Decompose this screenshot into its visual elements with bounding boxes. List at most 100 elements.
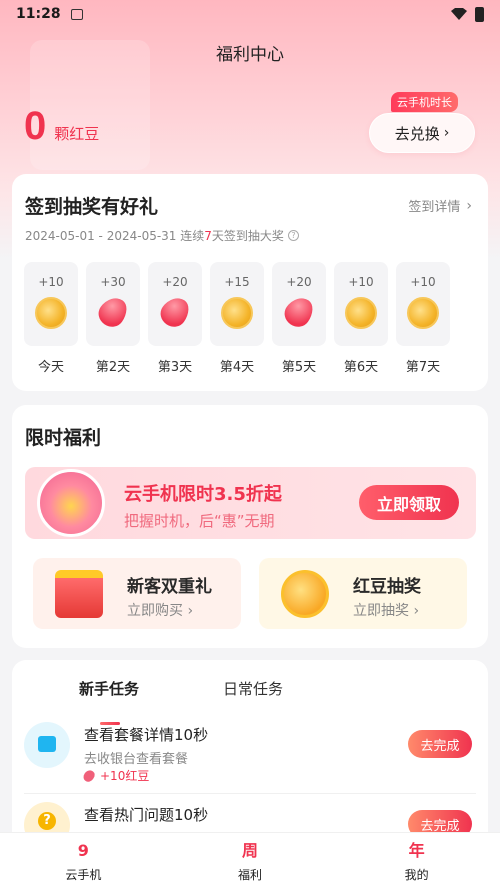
status-indicators — [451, 6, 484, 22]
chevron-right-icon: › — [187, 603, 194, 619]
red-bean-icon — [81, 767, 97, 784]
status-time: 11:28 — [16, 6, 61, 22]
checkin-day-box: +15 — [210, 262, 264, 346]
checkin-day[interactable]: +15 第4天 — [210, 262, 264, 375]
checkin-day-points: +20 — [286, 275, 312, 289]
checkin-streak-suffix: 天签到抽大奖 — [211, 229, 284, 243]
checkin-day-label: 今天 — [37, 360, 64, 375]
red-bean-icon — [93, 292, 133, 332]
nav-label: 我的 — [404, 868, 429, 882]
coin-icon — [407, 297, 439, 329]
status-bar: 11:28 — [0, 0, 500, 28]
checkin-card: 签到抽奖有好礼 签到详情 › 2024-05-01 - 2024-05-31 连… — [12, 174, 488, 391]
profile-icon: 年 — [408, 841, 425, 860]
tab-daily-tasks[interactable]: 日常任务 — [223, 678, 283, 699]
checkin-day-label: 第7天 — [405, 360, 441, 375]
checkin-date-range: 2024-05-01 - 2024-05-31 — [25, 228, 177, 243]
red-bean-icon — [279, 292, 319, 332]
nav-label: 福利 — [238, 868, 263, 882]
promo-title: 新客双重礼 — [127, 577, 212, 597]
complete-task-button[interactable]: 去完成 — [408, 730, 472, 758]
checkin-day-label: 第6天 — [343, 360, 379, 375]
checkin-day-label: 第4天 — [219, 360, 255, 375]
red-bean-lottery-promo[interactable]: 红豆抽奖 立即抽奖 › — [259, 558, 467, 629]
points-balance: 0 颗红豆 — [24, 104, 99, 149]
task-item: 查看套餐详情10秒 去收银台查看套餐 +10红豆 去完成 — [24, 720, 476, 794]
checkin-day[interactable]: +10 今天 — [24, 262, 78, 375]
banner-tagline: 把握时机，后“惠”无期 — [124, 512, 275, 530]
checkin-subtitle: 2024-05-01 - 2024-05-31 连续 7 天签到抽大奖 ? — [25, 227, 299, 244]
coin-icon — [35, 297, 67, 329]
limited-benefits-card: 限时福利 云手机限时3.5折起 把握时机，后“惠”无期 立即领取 新客双重礼 立… — [12, 405, 488, 648]
checkin-day-points: +10 — [410, 275, 436, 289]
checkin-day[interactable]: +20 第5天 — [272, 262, 326, 375]
image-notification-icon — [70, 8, 83, 20]
checkin-days: +10 今天 +30 第2天 +20 第3天 +15 第4天 +20 第5天 +… — [24, 262, 450, 375]
chevron-right-icon: › — [466, 197, 472, 214]
task-description: 去收银台查看套餐 — [84, 752, 189, 767]
nav-item-mine[interactable]: 年 我的 — [333, 833, 500, 888]
chevron-right-icon: › — [443, 125, 450, 141]
checkin-detail-link[interactable]: 签到详情 › — [408, 196, 472, 216]
points-unit: 颗红豆 — [54, 125, 100, 143]
checkin-title: 签到抽奖有好礼 — [25, 196, 159, 218]
task-title: 查看套餐详情10秒 — [84, 726, 209, 744]
banner-headline: 云手机限时3.5折起 — [124, 484, 282, 505]
task-reward: +10红豆 — [81, 767, 150, 784]
checkin-day-points: +30 — [100, 275, 126, 289]
task-tabs: 新手任务 日常任务 — [12, 678, 488, 725]
exchange-button[interactable]: 去兑换 › — [369, 113, 475, 153]
checkin-day-box: +20 — [272, 262, 326, 346]
checkin-detail-label: 签到详情 — [408, 200, 461, 215]
checkin-day[interactable]: +10 第6天 — [334, 262, 388, 375]
page-title: 福利中心 — [216, 45, 284, 65]
coin-icon — [221, 297, 253, 329]
task-reward-text: +10红豆 — [100, 769, 150, 783]
help-icon[interactable]: ? — [287, 230, 299, 241]
checkin-day-label: 第2天 — [95, 360, 131, 375]
claim-now-button[interactable]: 立即领取 — [359, 485, 459, 520]
checkin-day-points: +10 — [38, 275, 64, 289]
task-title: 查看热门问题10秒 — [84, 806, 209, 824]
coin-icon — [345, 297, 377, 329]
promo-subtitle: 立即抽奖 › — [353, 603, 420, 619]
checkin-day-points: +15 — [224, 275, 250, 289]
cloud-phone-icon: 9 — [77, 841, 89, 860]
wifi-icon — [451, 8, 467, 20]
checkin-day[interactable]: +10 第7天 — [396, 262, 450, 375]
exchange-button-label: 去兑换 — [394, 124, 440, 143]
cloud-phone-promo-icon — [37, 469, 105, 537]
checkin-day-box: +30 — [86, 262, 140, 346]
tab-newbie-tasks[interactable]: 新手任务 — [79, 678, 139, 699]
checkin-day-points: +10 — [348, 275, 374, 289]
benefits-icon: 周 — [241, 841, 258, 860]
nav-item-cloud-phone[interactable]: 9 云手机 — [0, 833, 167, 888]
checkin-day-box: +10 — [396, 262, 450, 346]
checkin-streak-prefix: 连续 — [180, 229, 205, 243]
chevron-right-icon: › — [413, 603, 420, 619]
checkin-streak-days: 7 — [204, 228, 212, 243]
new-customer-promo[interactable]: 新客双重礼 立即购买 › — [33, 558, 241, 629]
shopping-bag-icon — [24, 722, 70, 768]
checkin-day-label: 第3天 — [157, 360, 193, 375]
checkin-day[interactable]: +20 第3天 — [148, 262, 202, 375]
checkin-day-label: 第5天 — [281, 360, 317, 375]
checkin-day-box: +20 — [148, 262, 202, 346]
checkin-day-points: +20 — [162, 275, 188, 289]
nav-label: 云手机 — [65, 868, 102, 882]
checkin-day-box: +10 — [334, 262, 388, 346]
red-bean-icon — [155, 292, 195, 332]
promo-banner[interactable]: 云手机限时3.5折起 把握时机，后“惠”无期 立即领取 — [25, 467, 476, 539]
points-value: 0 — [24, 104, 47, 148]
exchange-badge: 云手机时长 — [391, 92, 458, 112]
promo-subtitle: 立即购买 › — [127, 603, 194, 619]
checkin-day-box: +10 — [24, 262, 78, 346]
gold-coin-icon — [281, 570, 329, 618]
gift-box-icon — [55, 570, 103, 618]
bottom-nav: 9 云手机 周 福利 年 我的 — [0, 832, 500, 888]
nav-item-benefits[interactable]: 周 福利 — [167, 833, 334, 888]
battery-icon — [475, 6, 484, 22]
checkin-day[interactable]: +30 第2天 — [86, 262, 140, 375]
tasks-card: 新手任务 日常任务 查看套餐详情10秒 去收银台查看套餐 +10红豆 去完成 查… — [12, 660, 488, 860]
limited-title: 限时福利 — [25, 427, 102, 449]
